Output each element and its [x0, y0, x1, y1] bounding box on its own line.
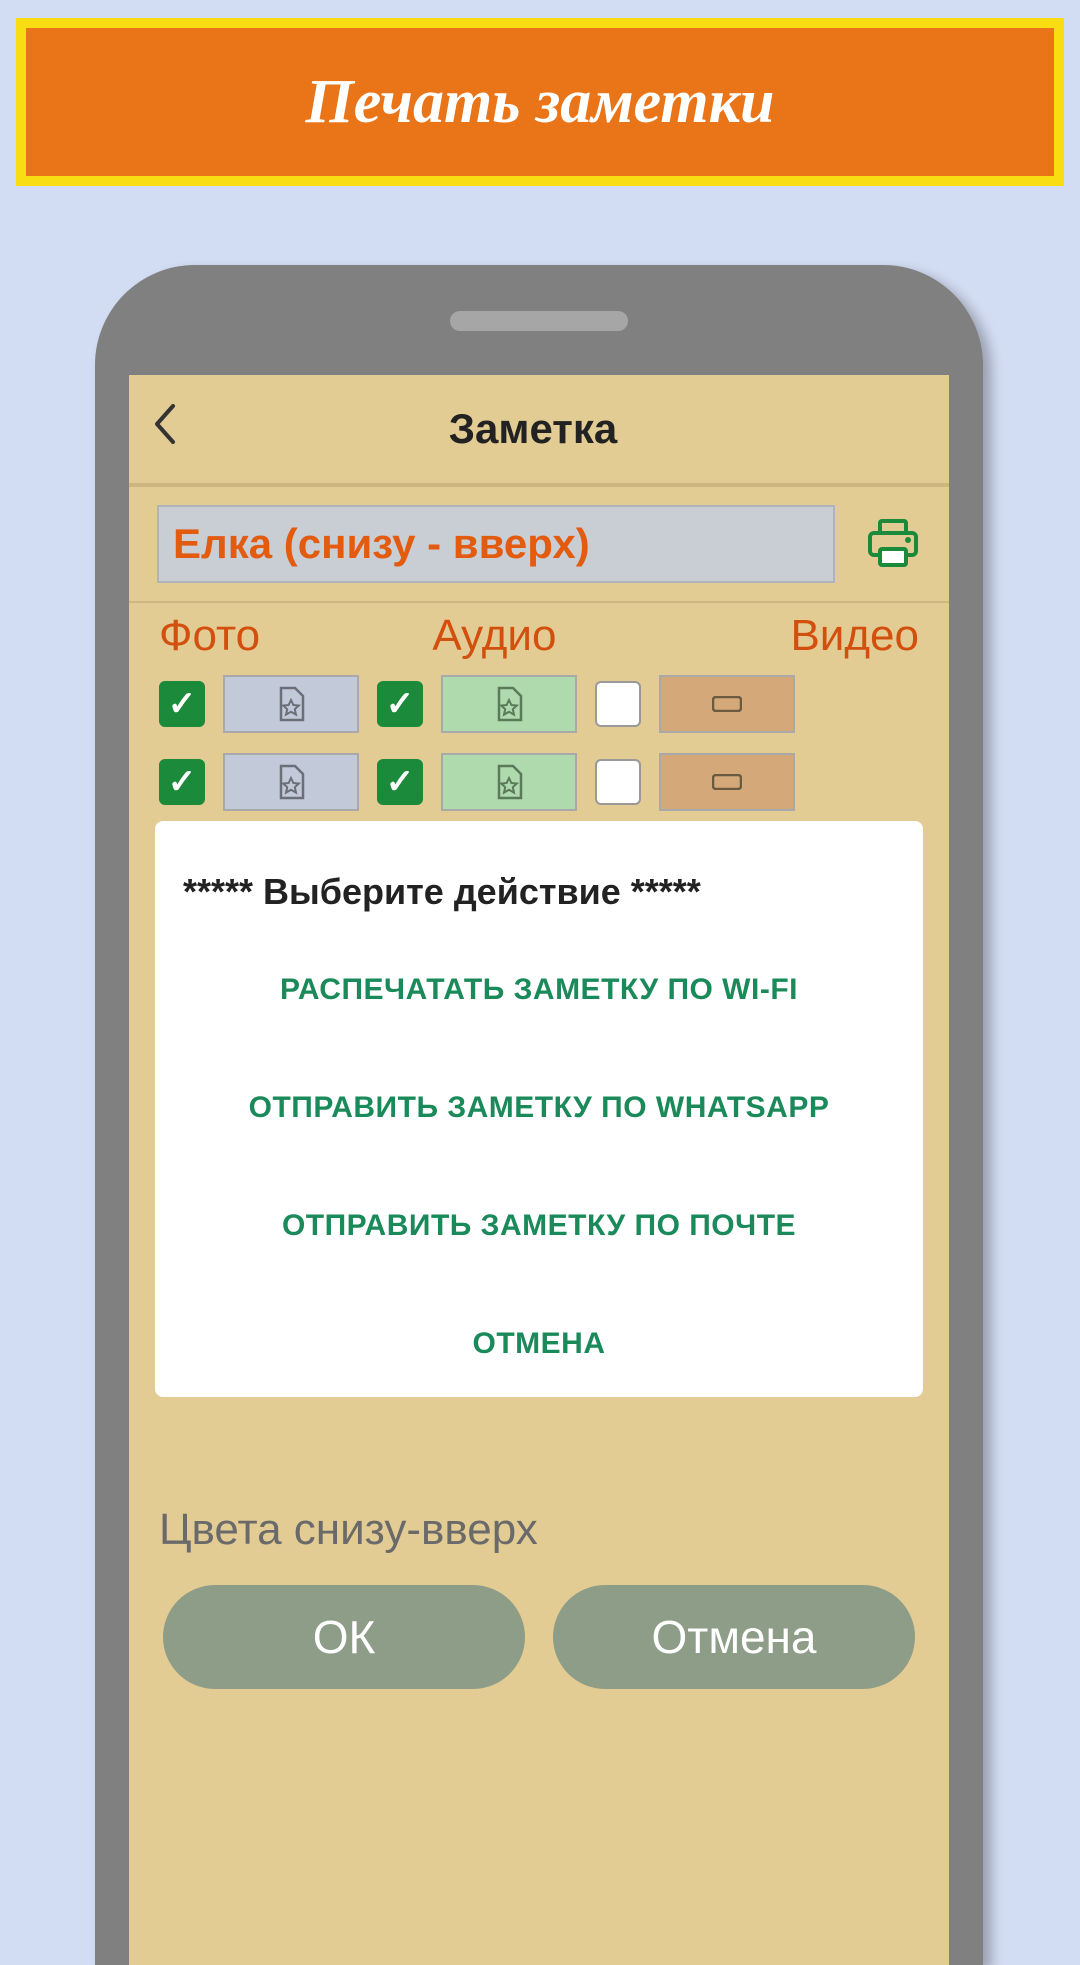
banner-title: Печать заметки [305, 67, 774, 138]
media-row [129, 743, 949, 821]
file-star-icon [271, 762, 311, 802]
checkbox-photo[interactable] [159, 681, 205, 727]
phone-frame: Заметка Елка (снизу - вверх) Фото Аудио … [95, 265, 983, 1965]
note-text: Цвета снизу-вверх [153, 1505, 544, 1555]
thumb-video[interactable] [659, 753, 795, 811]
rect-icon [712, 774, 742, 790]
thumb-photo[interactable] [223, 753, 359, 811]
media-tabs: Фото Аудио Видео [129, 603, 949, 665]
print-button[interactable] [859, 510, 927, 578]
checkbox-audio[interactable] [377, 759, 423, 805]
tab-audio[interactable]: Аудио [402, 611, 675, 661]
thumb-audio[interactable] [441, 753, 577, 811]
checkbox-audio[interactable] [377, 681, 423, 727]
bottom-buttons: ОК Отмена [129, 1561, 949, 1689]
thumb-video[interactable] [659, 675, 795, 733]
note-body[interactable]: ***** Выберите действие ***** РАСПЕЧАТАТ… [153, 821, 925, 1561]
note-title-input[interactable]: Елка (снизу - вверх) [157, 505, 835, 583]
dialog-title: ***** Выберите действие ***** [155, 871, 923, 931]
media-row [129, 665, 949, 743]
dialog-option-cancel[interactable]: ОТМЕНА [155, 1285, 923, 1397]
screen-title: Заметка [139, 405, 927, 453]
thumb-photo[interactable] [223, 675, 359, 733]
checkbox-photo[interactable] [159, 759, 205, 805]
tab-photo[interactable]: Фото [159, 611, 402, 661]
note-title-row: Елка (снизу - вверх) [129, 485, 949, 603]
cancel-button[interactable]: Отмена [553, 1585, 915, 1689]
dialog-option-whatsapp[interactable]: ОТПРАВИТЬ ЗАМЕТКУ ПО WHATSAPP [155, 1049, 923, 1167]
dialog-option-wifi[interactable]: РАСПЕЧАТАТЬ ЗАМЕТКУ ПО WI-FI [155, 931, 923, 1049]
promo-banner: Печать заметки [16, 18, 1064, 186]
action-dialog: ***** Выберите действие ***** РАСПЕЧАТАТ… [155, 821, 923, 1397]
rect-icon [712, 696, 742, 712]
tab-video[interactable]: Видео [676, 611, 919, 661]
file-star-icon [489, 762, 529, 802]
printer-icon [866, 519, 920, 569]
checkbox-video[interactable] [595, 681, 641, 727]
screen: Заметка Елка (снизу - вверх) Фото Аудио … [129, 375, 949, 1965]
ok-button[interactable]: ОК [163, 1585, 525, 1689]
phone-speaker [450, 311, 628, 331]
checkbox-video[interactable] [595, 759, 641, 805]
top-bar: Заметка [129, 375, 949, 485]
dialog-option-mail[interactable]: ОТПРАВИТЬ ЗАМЕТКУ ПО ПОЧТЕ [155, 1167, 923, 1285]
file-star-icon [489, 684, 529, 724]
thumb-audio[interactable] [441, 675, 577, 733]
file-star-icon [271, 684, 311, 724]
